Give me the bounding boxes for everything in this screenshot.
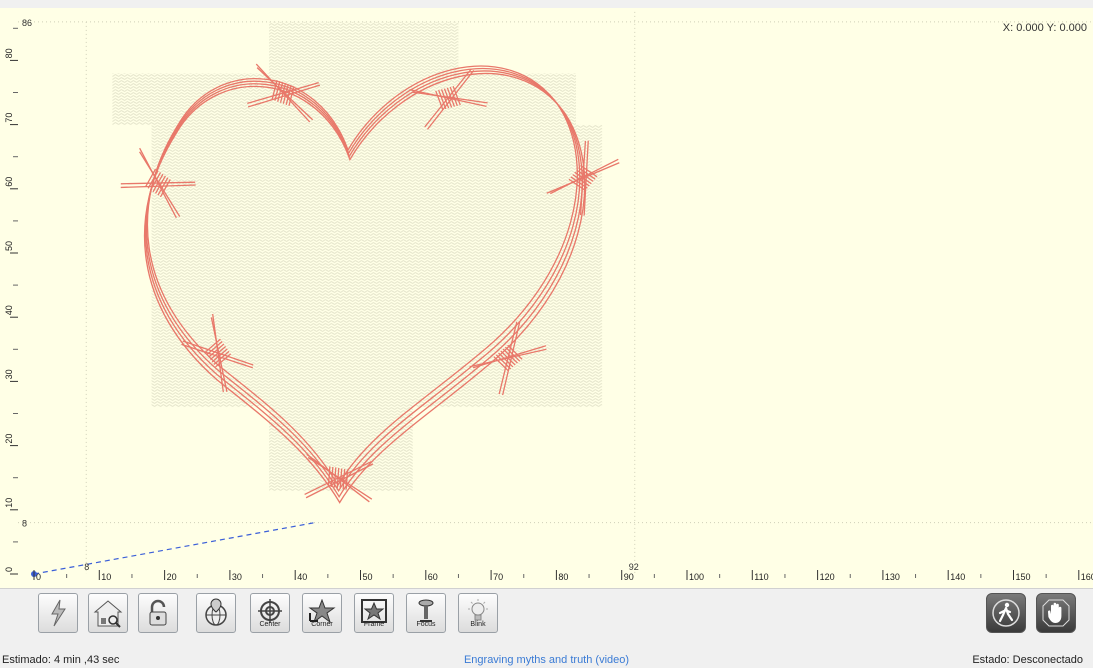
corner-label: Corner	[311, 620, 333, 628]
x-tick-label: 160	[1081, 572, 1093, 582]
focus-icon	[418, 599, 434, 622]
stop-hand-icon	[1042, 599, 1070, 627]
x-tick-label: 20	[167, 572, 177, 582]
center-label: Center	[259, 620, 281, 628]
y-tick-label: 30	[4, 369, 14, 379]
marker-top-y: 86	[22, 18, 32, 28]
y-tick-label: 20	[4, 434, 14, 444]
marker-bottom-y: 8	[22, 519, 27, 529]
travel-path	[33, 522, 315, 575]
home-icon	[93, 600, 123, 628]
y-tick-label: 80	[4, 48, 14, 58]
engrave-fill-area	[112, 21, 603, 491]
blink-label: Blink	[470, 620, 486, 628]
preview-canvas[interactable]: 86 8 8 92 X: 0.000 Y: 0.000	[18, 8, 1093, 588]
y-tick-label: 40	[4, 305, 14, 315]
coordinate-readout: X: 0.000 Y: 0.000	[1002, 22, 1087, 34]
frame-button[interactable]: Frame	[354, 593, 394, 633]
focus-button[interactable]: Focus	[406, 593, 446, 633]
status-bar: Estimado: 4 min ,43 sec Engraving myths …	[0, 652, 1093, 668]
connection-status: Estado: Desconectado	[972, 654, 1083, 666]
canvas-drawing: 8688 92	[18, 11, 1093, 577]
toolbar: Center Corner Frame Focus Blink	[0, 588, 1093, 653]
x-tick-label: 90	[624, 572, 634, 582]
home-button[interactable]	[88, 593, 128, 633]
help-link[interactable]: Engraving myths and truth (video)	[0, 654, 1093, 666]
corner-button[interactable]: Corner	[302, 593, 342, 633]
x-tick-label: 10	[101, 572, 111, 582]
unlock-button[interactable]	[138, 593, 178, 633]
y-ruler: 0 10 20 30 40 50 60 70 80	[0, 8, 19, 588]
x-tick-label: 150	[1016, 572, 1031, 582]
x-tick-label: 100	[689, 572, 704, 582]
x-tick-label: 50	[363, 572, 373, 582]
y-tick-label: 0	[4, 567, 14, 572]
y-tick-label: 70	[4, 113, 14, 123]
go-to-origin-button[interactable]	[196, 593, 236, 633]
frame-icon	[361, 598, 387, 623]
x-tick-label: 40	[297, 572, 307, 582]
focus-label: Focus	[416, 620, 436, 628]
center-button[interactable]: Center	[250, 593, 290, 633]
laser-run-button[interactable]	[38, 593, 78, 633]
x-tick-label: 130	[885, 572, 900, 582]
blink-button[interactable]: Blink	[458, 593, 498, 633]
walk-button[interactable]	[986, 593, 1026, 633]
x-tick-label: 120	[820, 572, 835, 582]
laser-run-icon	[51, 599, 66, 627]
y-tick-label: 10	[4, 498, 14, 508]
x-ruler: 0 10 20 30 40 50 60 70 80 90 100 110 120 130 140 150 160	[18, 570, 1093, 588]
x-tick-label: 110	[754, 572, 768, 582]
y-tick-label: 60	[4, 177, 14, 187]
x-tick-label: 60	[428, 572, 438, 582]
corner-icon	[308, 598, 336, 623]
x-tick-label: 70	[493, 572, 503, 582]
x-tick-label: 140	[950, 572, 965, 582]
stop-button[interactable]	[1036, 593, 1076, 633]
x-tick-label: 30	[232, 572, 242, 582]
frame-label: Frame	[363, 620, 385, 628]
center-icon	[258, 598, 282, 623]
x-tick-label: 0	[36, 572, 41, 582]
walk-icon	[992, 599, 1020, 627]
y-tick-label: 50	[4, 241, 14, 251]
x-tick-label: 80	[558, 572, 568, 582]
go-to-origin-icon	[205, 598, 227, 626]
blink-icon	[468, 598, 488, 620]
unlock-icon	[149, 599, 167, 626]
